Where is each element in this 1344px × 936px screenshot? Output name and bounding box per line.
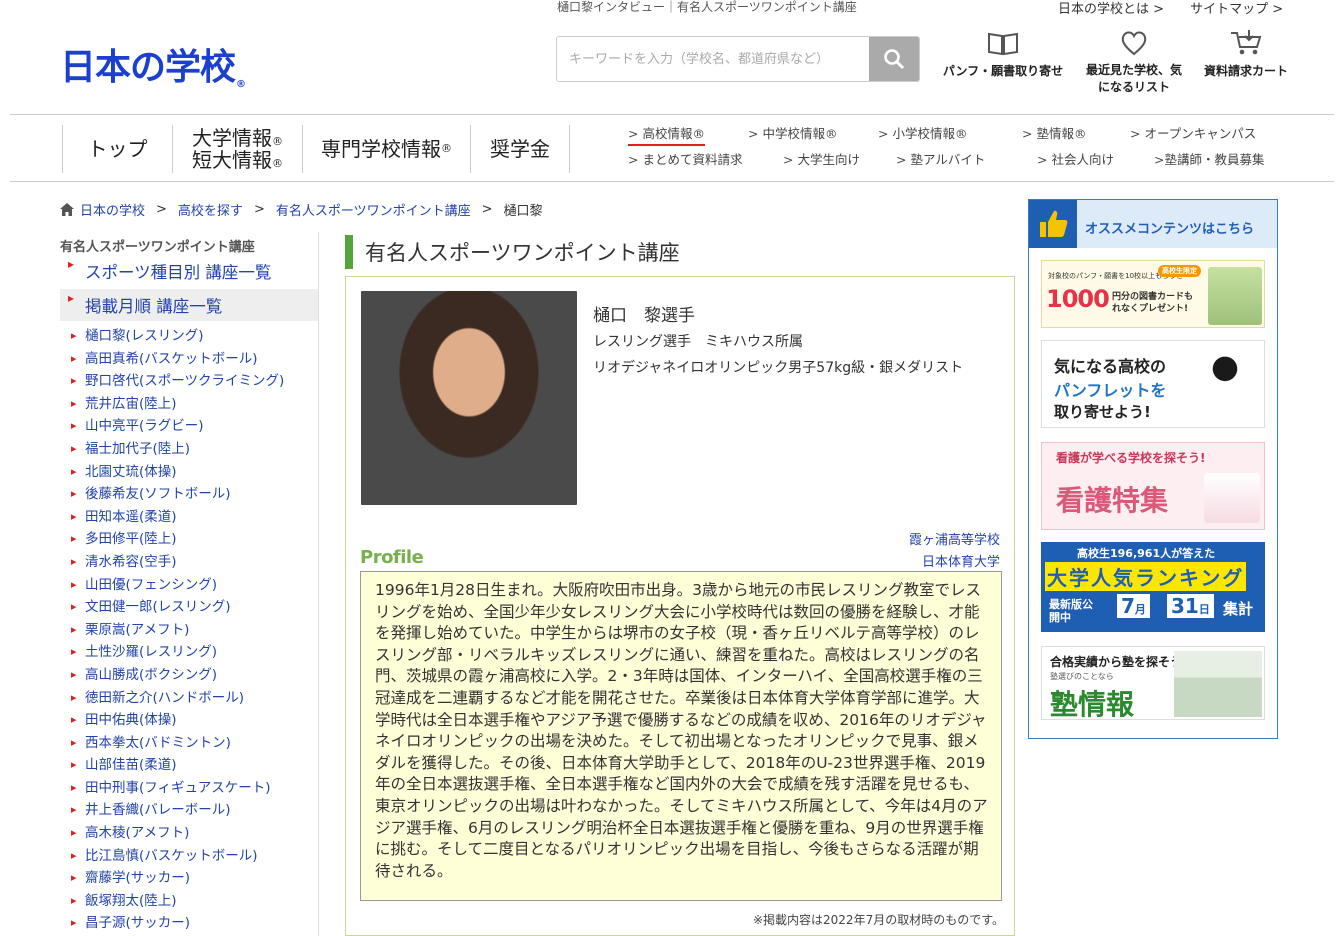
nav-sub-bulk-request[interactable]: > まとめて資料請求 (628, 149, 742, 168)
breadcrumb: 日本の学校 > 高校を探す > 有名人スポーツワンポイント講座 > 樋口黎 (60, 200, 543, 219)
banner-university-ranking[interactable]: 高校生196,961人が答えた 大学人気ランキング 最新版公開中 7月 31日 … (1041, 542, 1265, 632)
athlete-list-item[interactable]: 齋藤学(サッカー) (60, 867, 318, 890)
nav-university[interactable]: 大学情報® 短大情報® (172, 125, 302, 173)
sitemap-link[interactable]: サイトマップ > (1190, 2, 1283, 17)
student-illustration (1190, 347, 1260, 425)
athlete-list-item[interactable]: 後藤希友(ソフトボール) (60, 483, 318, 506)
sidebar-link-by-month[interactable]: 掲載月順 講座一覧 (60, 289, 318, 321)
home-icon (60, 203, 74, 216)
request-cart-button[interactable]: 資料請求カート (1196, 28, 1296, 79)
breadcrumb-current: 樋口黎 (503, 204, 543, 219)
site-logo[interactable]: 日本の学校® (60, 38, 246, 90)
athlete-list-item[interactable]: 山田優(フェンシング) (60, 574, 318, 597)
nav-sub-elementary[interactable]: > 小学校情報® (878, 123, 967, 142)
about-link[interactable]: 日本の学校とは > (1058, 2, 1164, 17)
athlete-list-item[interactable]: 井上香織(バレーボール) (60, 799, 318, 822)
athlete-list-item[interactable]: 田中刑事(フィギュアスケート) (60, 777, 318, 800)
banner-nursing-feature[interactable]: 看護が学べる学校を探そう! 看護特集 (1041, 442, 1265, 530)
search-bar (556, 36, 920, 82)
athlete-list-item[interactable]: 田知本遥(柔道) (60, 506, 318, 529)
athlete-list-item[interactable]: 高山勝成(ボクシング) (60, 664, 318, 687)
school-link-university[interactable]: 日本体育大学 (922, 551, 1000, 570)
athlete-list-item[interactable]: 清水希容(空手) (60, 551, 318, 574)
nav-sub-juniorhigh[interactable]: > 中学校情報® (748, 123, 837, 142)
athlete-list-item[interactable]: 山部佳苗(柔道) (60, 754, 318, 777)
books-illustration (1208, 267, 1262, 325)
athlete-list-item[interactable]: 徳田新之介(ハンドボール) (60, 687, 318, 710)
athlete-list-item[interactable]: 西本拳太(バドミントン) (60, 732, 318, 755)
banner-library-card[interactable]: 対象校のパンフ・願書を10校以上もらうと 高校生限定 1000 円分の図書カード… (1041, 260, 1265, 328)
athlete-list-item[interactable]: 高田真希(バスケットボール) (60, 348, 318, 371)
thumbs-up-icon (1029, 200, 1077, 248)
nav-sub-opencampus[interactable]: > オープンキャンパス (1130, 123, 1256, 142)
site-header: 日本の学校® 樋口黎インタビュー｜有名人スポーツワンポイント講座 日本の学校とは… (0, 0, 1344, 114)
athlete-role: レスリング選手 ミキハウス所属 (593, 334, 803, 350)
banner-juku-info[interactable]: 合格実績から塾を探そう 塾選びのことなら 塾情報 (1041, 646, 1265, 720)
classroom-photo (1174, 651, 1262, 717)
sidebar-link-by-sport[interactable]: スポーツ種目別 講座一覧 (60, 255, 318, 287)
nav-vocational[interactable]: 専門学校情報 ® (302, 125, 470, 173)
main-content: 有名人スポーツワンポイント講座 樋口 黎選手 レスリング選手 ミキハウス所属 リ… (345, 232, 1016, 936)
profile-heading: Profile (360, 547, 424, 568)
athlete-list-item[interactable]: 樋口黎(レスリング) (60, 325, 318, 348)
nav-sub-juku[interactable]: > 塾情報® (1022, 123, 1086, 142)
athlete-list-item[interactable]: 昌子源(サッカー) (60, 912, 318, 935)
recent-favorites-button[interactable]: 最近見た学校、気になるリスト (1082, 28, 1186, 96)
school-link-highschool[interactable]: 霞ヶ浦高等学校 (909, 529, 1000, 548)
utility-links: 日本の学校とは > サイトマップ > (1058, 0, 1305, 17)
cart-icon (1231, 30, 1262, 55)
heart-icon (1121, 31, 1147, 56)
search-button[interactable] (869, 37, 919, 81)
search-input[interactable] (557, 37, 871, 81)
left-sidebar: 有名人スポーツワンポイント講座 スポーツ種目別 講座一覧 掲載月順 講座一覧 樋… (60, 232, 319, 936)
page-breadcrumb-top: 樋口黎インタビュー｜有名人スポーツワンポイント講座 (557, 0, 857, 14)
search-icon (884, 49, 905, 70)
athlete-list-item[interactable]: 比江島慎(バスケットボール) (60, 845, 318, 868)
nav-sub-adults[interactable]: > 社会人向け (1037, 149, 1114, 168)
section-title: 有名人スポーツワンポイント講座 (345, 235, 680, 269)
nav-scholarship[interactable]: 奨学金 (470, 125, 570, 173)
interview-date-note: ※掲載内容は2022年7月の取材時のものです。 (752, 913, 1004, 927)
banner-pamphlet-request[interactable]: 気になる高校の パンフレットを 取り寄せよう! (1041, 340, 1265, 428)
athlete-list-item[interactable]: 野口啓代(スポーツクライミング) (60, 370, 318, 393)
nav-sub-univ-students[interactable]: > 大学生向け (783, 149, 860, 168)
athlete-list-item[interactable]: 多田修平(陸上) (60, 528, 318, 551)
athlete-name: 樋口 黎選手 (593, 306, 695, 326)
athlete-list-item[interactable]: 福士加代子(陸上) (60, 438, 318, 461)
athlete-list: 樋口黎(レスリング) 高田真希(バスケットボール) 野口啓代(スポーツクライミン… (60, 325, 318, 935)
nav-sub-highschool[interactable]: > 高校情報® (628, 123, 705, 146)
breadcrumb-sports-lessons[interactable]: 有名人スポーツワンポイント講座 (276, 200, 471, 219)
athlete-achievement: リオデジャネイロオリンピック男子57kg級・銀メダリスト (593, 360, 964, 376)
athlete-list-item[interactable]: 土性沙羅(レスリング) (60, 641, 318, 664)
athlete-profile-card: 樋口 黎選手 レスリング選手 ミキハウス所属 リオデジャネイロオリンピック男子5… (345, 276, 1015, 936)
nav-sub-teacher-recruit[interactable]: >塾講師・教員募集 (1154, 149, 1264, 168)
athlete-list-item[interactable]: 高木稜(アメフト) (60, 822, 318, 845)
athlete-list-item[interactable]: 栗原嵩(アメフト) (60, 619, 318, 642)
book-icon (988, 32, 1018, 56)
pamphlet-request-button[interactable]: パンフ・願書取り寄せ (938, 28, 1068, 79)
breadcrumb-find-highschool[interactable]: 高校を探す (178, 200, 243, 219)
athlete-list-item[interactable]: 山中亮平(ラグビー) (60, 415, 318, 438)
athlete-list-item[interactable]: 荒井広宙(陸上) (60, 393, 318, 416)
recommended-header: オススメコンテンツはこちら (1029, 200, 1277, 248)
nav-sub-juku-parttime[interactable]: > 塾アルバイト (896, 149, 985, 168)
athlete-list-item[interactable]: 田中佑典(体操) (60, 709, 318, 732)
athlete-list-item[interactable]: 文田健一郎(レスリング) (60, 596, 318, 619)
recommended-title: オススメコンテンツはこちら (1085, 222, 1255, 237)
athlete-photo (361, 291, 577, 505)
recommended-content-panel: オススメコンテンツはこちら 対象校のパンフ・願書を10校以上もらうと 高校生限定… (1028, 199, 1278, 739)
athlete-list-item[interactable]: 北園丈琉(体操) (60, 461, 318, 484)
athlete-biography: 1996年1月28日生まれ。大阪府吹田市出身。3歳から地元の市民レスリング教室で… (360, 571, 1002, 901)
breadcrumb-home[interactable]: 日本の学校 (80, 200, 145, 219)
nurse-photo (1204, 473, 1260, 523)
sidebar-title: 有名人スポーツワンポイント講座 (60, 240, 255, 255)
athlete-list-item[interactable]: 飯塚翔太(陸上) (60, 890, 318, 913)
global-nav: トップ 大学情報® 短大情報® 専門学校情報 ® 奨学金 > 高校情報® > 中学… (10, 114, 1334, 182)
nav-top[interactable]: トップ (62, 125, 172, 173)
